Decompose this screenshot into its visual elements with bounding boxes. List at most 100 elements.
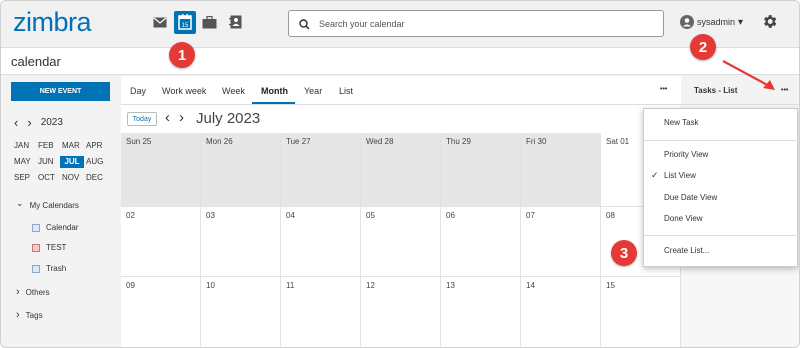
day-cell[interactable]: 14	[521, 277, 601, 347]
checkbox-icon[interactable]	[32, 243, 40, 252]
tab-week[interactable]: Week	[222, 86, 245, 96]
day-label: Wed 28	[366, 137, 394, 146]
month-aug[interactable]: AUG	[86, 156, 110, 168]
new-event-button[interactable]: NEW EVENT	[11, 82, 110, 101]
tags-label: Tags	[25, 310, 43, 320]
chevron-right-icon: ›	[16, 309, 20, 321]
menu-item-priority-view[interactable]: Priority View	[664, 150, 708, 159]
menu-item-due-date-view[interactable]: Due Date View	[664, 193, 717, 202]
chevron-down-icon: ⌄	[16, 197, 24, 208]
day-label: 09	[126, 281, 135, 290]
next-year-button[interactable]: ›	[27, 115, 31, 130]
day-label: 13	[446, 281, 455, 290]
calendar-item-label: TEST	[46, 243, 67, 252]
day-label: Mon 26	[206, 137, 233, 146]
day-cell[interactable]: 09	[121, 277, 201, 347]
contacts-icon[interactable]	[226, 13, 244, 31]
top-bar: zimbra 15 Search your calendar sysadmin …	[1, 1, 799, 46]
month-feb[interactable]: FEB	[38, 140, 62, 152]
menu-item-list-view[interactable]: List View	[664, 171, 696, 180]
day-cell[interactable]: Tue 27	[281, 133, 361, 207]
prev-month-button[interactable]: ‹	[165, 109, 170, 126]
tab-month[interactable]: Month	[261, 86, 288, 96]
month-sep[interactable]: SEP	[14, 172, 38, 184]
username: sysadmin	[697, 17, 736, 27]
calendar-item-trash[interactable]: Trash	[32, 264, 66, 273]
my-calendars-folder[interactable]: ⌄ My Calendars	[16, 197, 79, 211]
month-jul[interactable]: JUL	[60, 156, 84, 168]
today-button[interactable]: Today	[127, 112, 157, 126]
checkbox-icon[interactable]	[32, 264, 40, 273]
search-placeholder: Search your calendar	[319, 19, 405, 29]
month-nov[interactable]: NOV	[62, 172, 86, 184]
month-may[interactable]: MAY	[14, 156, 38, 168]
user-menu[interactable]: sysadmin ▾	[680, 15, 743, 29]
briefcase-icon[interactable]	[200, 13, 218, 31]
day-label: Thu 29	[446, 137, 471, 146]
day-cell[interactable]: 10	[201, 277, 281, 347]
day-label: 02	[126, 211, 135, 220]
chevron-down-icon: ▾	[738, 16, 744, 28]
day-cell[interactable]: Thu 29	[441, 133, 521, 207]
month-jun[interactable]: JUN	[38, 156, 62, 168]
calendar-main: Day Work week Week Month Year List ••• T…	[121, 76, 681, 347]
tab-year[interactable]: Year	[304, 86, 322, 96]
month-grid: Sun 25 Mon 26 Tue 27 Wed 28 Thu 29 Fri 3…	[121, 133, 681, 347]
day-cell[interactable]: 15	[601, 277, 681, 347]
day-cell[interactable]: 04	[281, 207, 361, 277]
calendar-app-icon[interactable]: 15	[174, 11, 196, 34]
others-folder[interactable]: › Others	[16, 286, 50, 298]
day-label: 06	[446, 211, 455, 220]
chevron-right-icon: ›	[16, 286, 20, 298]
menu-item-create-list[interactable]: Create List...	[664, 246, 709, 255]
next-month-button[interactable]: ›	[179, 109, 184, 126]
day-label: 07	[526, 211, 535, 220]
more-options-icon[interactable]: •••	[660, 86, 667, 93]
tab-day[interactable]: Day	[130, 86, 146, 96]
day-cell[interactable]: Fri 30	[521, 133, 601, 207]
annotation-badge-1: 1	[169, 42, 195, 68]
day-cell[interactable]: 05	[361, 207, 441, 277]
day-cell[interactable]: 02	[121, 207, 201, 277]
day-cell[interactable]: Wed 28	[361, 133, 441, 207]
tasks-options-menu: New Task Priority View ✓ List View Due D…	[643, 108, 799, 267]
tab-work-week[interactable]: Work week	[162, 86, 206, 96]
gear-icon[interactable]	[761, 13, 778, 35]
others-label: Others	[25, 287, 50, 297]
month-dec[interactable]: DEC	[86, 172, 110, 184]
search-field[interactable]: Search your calendar	[288, 10, 664, 37]
calendar-item-label: Trash	[46, 264, 67, 273]
day-label: 15	[606, 281, 615, 290]
menu-item-new-task[interactable]: New Task	[664, 118, 699, 127]
day-label: 11	[286, 281, 295, 290]
tasks-more-icon[interactable]: •••	[781, 87, 788, 94]
day-cell[interactable]: 12	[361, 277, 441, 347]
day-cell[interactable]: 06	[441, 207, 521, 277]
day-cell[interactable]: 03	[201, 207, 281, 277]
menu-divider	[644, 140, 799, 141]
menu-item-done-view[interactable]: Done View	[664, 214, 703, 223]
day-cell[interactable]: 13	[441, 277, 521, 347]
active-tab-indicator	[252, 102, 295, 104]
month-apr[interactable]: APR	[86, 140, 110, 152]
day-label: Sat 01	[606, 137, 630, 146]
month-jan[interactable]: JAN	[14, 140, 38, 152]
day-cell[interactable]: 11	[281, 277, 361, 347]
calendar-item-label: Calendar	[46, 223, 79, 232]
tags-folder[interactable]: › Tags	[16, 309, 43, 321]
checkbox-icon[interactable]	[32, 223, 40, 232]
calendar-item-test[interactable]: TEST	[32, 243, 66, 252]
sidebar: NEW EVENT ‹ › 2023 JAN FEB MAR APR MAY J…	[1, 76, 121, 347]
tab-list[interactable]: List	[339, 86, 353, 96]
day-cell[interactable]: Mon 26	[201, 133, 281, 207]
zimbra-logo[interactable]: zimbra	[13, 7, 92, 38]
day-cell[interactable]: Sun 25	[121, 133, 201, 207]
month-mar[interactable]: MAR	[62, 140, 86, 152]
prev-year-button[interactable]: ‹	[14, 115, 18, 130]
view-tabs: Day Work week Week Month Year List •••	[121, 76, 681, 105]
mini-cal-months: JAN FEB MAR APR MAY JUN JUL AUG SEP OCT …	[14, 140, 114, 184]
calendar-item-calendar[interactable]: Calendar	[32, 223, 78, 232]
mail-icon[interactable]	[151, 13, 169, 31]
day-cell[interactable]: 07	[521, 207, 601, 277]
month-oct[interactable]: OCT	[38, 172, 62, 184]
